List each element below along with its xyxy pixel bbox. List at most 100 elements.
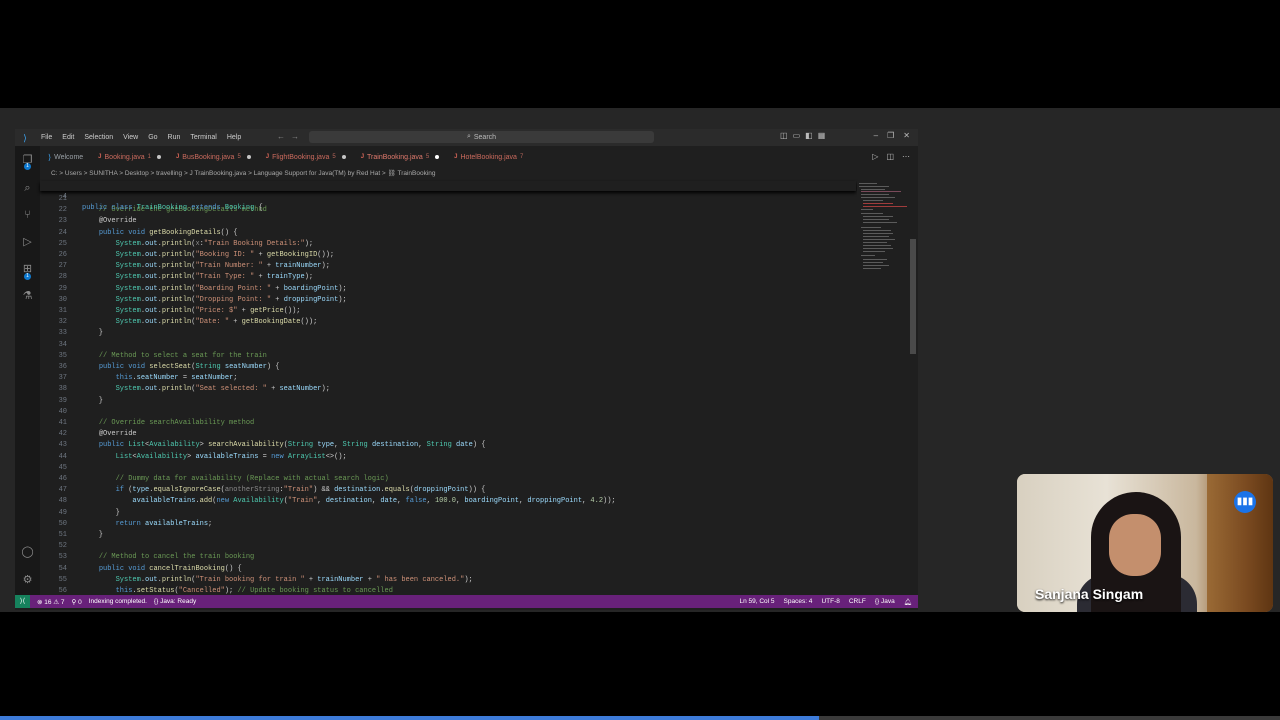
unsaved-dot-icon[interactable] bbox=[435, 155, 440, 159]
code-line[interactable]: 33 } bbox=[40, 328, 856, 339]
code-text: public void cancelTrainBooking() { bbox=[98, 564, 242, 573]
tab-label: FlightBooking.java bbox=[272, 153, 330, 161]
code-line[interactable]: 36 public void selectSeat(String seatNum… bbox=[40, 362, 856, 373]
code-line[interactable]: 32 System.out.println("Date: " + getBook… bbox=[40, 317, 856, 328]
tab-welcome[interactable]: ⟩ Welcome bbox=[40, 149, 90, 165]
unsaved-dot-icon[interactable] bbox=[156, 155, 161, 159]
code-line[interactable]: 35 // Method to select a seat for the tr… bbox=[40, 351, 856, 362]
code-line[interactable]: 51 } bbox=[40, 530, 856, 541]
minimap[interactable] bbox=[857, 181, 907, 301]
menu-selection[interactable]: Selection bbox=[79, 134, 118, 141]
code-line[interactable]: 55 System.out.println("Train booking for… bbox=[40, 575, 856, 586]
code-line[interactable]: 47 if (type.equalsIgnoreCase(anotherStri… bbox=[40, 485, 856, 496]
code-line[interactable]: 49 } bbox=[40, 508, 856, 519]
code-line[interactable]: 41 // Override searchAvailability method bbox=[40, 418, 856, 429]
code-line[interactable]: 44 List<Availability> availableTrains = … bbox=[40, 452, 856, 463]
split-editor-icon[interactable]: ◫ bbox=[886, 152, 894, 161]
video-progress-bar[interactable] bbox=[0, 716, 1280, 720]
tab-flightbooking[interactable]: J FlightBooking.java 5 bbox=[258, 149, 353, 165]
toggle-panel-icon[interactable]: ▭ bbox=[793, 131, 801, 140]
code-text: @Override bbox=[98, 217, 137, 226]
remote-indicator-icon[interactable]: ⟩⟨ bbox=[15, 595, 30, 608]
code-line[interactable]: 45 bbox=[40, 463, 856, 474]
code-editor[interactable]: 21 22 // Override the getBookingDetails m… bbox=[40, 181, 856, 595]
code-line[interactable]: 40 bbox=[40, 407, 856, 418]
language-mode[interactable]: {} Java bbox=[875, 598, 895, 605]
code-line[interactable]: 37 this.seatNumber = seatNumber; bbox=[40, 373, 856, 384]
breadcrumb[interactable]: C: > Users > SUNITHA > Desktop > travell… bbox=[51, 169, 436, 177]
code-line[interactable]: 26 System.out.println("Booking ID: " + g… bbox=[40, 250, 856, 261]
menu-view[interactable]: View bbox=[118, 134, 143, 141]
forward-arrow-icon[interactable]: → bbox=[291, 132, 305, 141]
code-line[interactable]: 46 // Dummy data for availability (Repla… bbox=[40, 474, 856, 485]
code-line[interactable]: 28 System.out.println("Train Type: " + t… bbox=[40, 272, 856, 283]
code-line[interactable]: 54 public void cancelTrainBooking() { bbox=[40, 564, 856, 575]
code-line[interactable]: 48 availableTrains.add(new Availability(… bbox=[40, 496, 856, 507]
line-number: 53 bbox=[58, 553, 67, 562]
minimize-icon[interactable]: – bbox=[874, 131, 878, 140]
problems-indicator[interactable]: ⊗ 16 ⚠ 7 bbox=[37, 598, 65, 606]
source-control-icon[interactable]: ⑂ bbox=[21, 209, 34, 222]
menu-edit[interactable]: Edit bbox=[57, 134, 79, 141]
encoding[interactable]: UTF-8 bbox=[821, 598, 839, 605]
run-debug-icon[interactable]: ▷ bbox=[21, 236, 34, 249]
java-status[interactable]: {} Java: Ready bbox=[154, 598, 196, 605]
java-file-icon: J bbox=[360, 154, 365, 160]
menu-go[interactable]: Go bbox=[143, 134, 162, 141]
close-icon[interactable]: ✕ bbox=[903, 131, 910, 140]
tab-hotelbooking[interactable]: J HotelBooking.java 7 bbox=[446, 149, 530, 165]
code-line[interactable]: 34 bbox=[40, 340, 856, 351]
customize-layout-icon[interactable]: ▦ bbox=[818, 131, 826, 140]
menu-file[interactable]: File bbox=[36, 134, 57, 141]
title-bar: ⟩ File Edit Selection View Go Run Termin… bbox=[15, 129, 918, 146]
toggle-sidebar-icon[interactable]: ◫ bbox=[780, 131, 788, 140]
code-text: // Method to cancel the train booking bbox=[98, 553, 255, 562]
code-line[interactable]: 52 bbox=[40, 541, 856, 552]
notifications-icon[interactable]: 🔔︎ bbox=[904, 598, 912, 606]
code-line[interactable]: 56 this.setStatus("Cancelled"); // Updat… bbox=[40, 586, 856, 595]
code-line[interactable]: 29 System.out.println("Boarding Point: "… bbox=[40, 284, 856, 295]
ports-indicator[interactable]: ⚲ 0 bbox=[72, 598, 82, 606]
line-number: 45 bbox=[58, 463, 67, 472]
accounts-icon[interactable]: ◯ bbox=[21, 546, 34, 559]
code-line[interactable]: 39 } bbox=[40, 396, 856, 407]
indentation[interactable]: Spaces: 4 bbox=[784, 598, 813, 605]
more-actions-icon[interactable]: ⋯ bbox=[902, 152, 910, 161]
menu-run[interactable]: Run bbox=[163, 134, 186, 141]
code-line[interactable]: 30 System.out.println("Dropping Point: "… bbox=[40, 295, 856, 306]
menu-help[interactable]: Help bbox=[222, 134, 246, 141]
testing-icon[interactable]: ⚗ bbox=[21, 290, 34, 303]
sticky-scroll-header[interactable]: 4 public class TrainBooking extends Book… bbox=[40, 181, 856, 212]
code-line[interactable]: 27 System.out.println("Train Number: " +… bbox=[40, 261, 856, 272]
tab-busbooking[interactable]: J BusBooking.java 5 bbox=[168, 149, 258, 165]
run-icon[interactable]: ▷ bbox=[872, 152, 878, 161]
end-of-line[interactable]: CRLF bbox=[849, 598, 866, 605]
problem-count: 1 bbox=[147, 154, 151, 160]
code-line[interactable]: 31 System.out.println("Price: $" + getPr… bbox=[40, 306, 856, 317]
webcam-person-face bbox=[1109, 514, 1161, 576]
cursor-position[interactable]: Ln 59, Col 5 bbox=[739, 598, 774, 605]
code-line[interactable]: 53 // Method to cancel the train booking bbox=[40, 552, 856, 563]
code-line[interactable]: 43 public List<Availability> searchAvail… bbox=[40, 440, 856, 451]
code-line[interactable]: 42 @Override bbox=[40, 429, 856, 440]
menu-terminal[interactable]: Terminal bbox=[185, 134, 221, 141]
settings-gear-icon[interactable]: ⚙ bbox=[21, 574, 34, 587]
unsaved-dot-icon[interactable] bbox=[341, 155, 346, 159]
command-center-search[interactable]: ⌕ Search bbox=[309, 131, 654, 143]
vscode-tab-icon: ⟩ bbox=[48, 152, 52, 162]
editor-scrollbar[interactable] bbox=[910, 239, 916, 354]
code-line[interactable]: 50 return availableTrains; bbox=[40, 519, 856, 530]
back-arrow-icon[interactable]: ← bbox=[277, 132, 291, 141]
code-line[interactable]: 23 @Override bbox=[40, 216, 856, 227]
code-line[interactable]: 38 System.out.println("Seat selected: " … bbox=[40, 384, 856, 395]
line-number: 54 bbox=[58, 564, 67, 573]
search-sidebar-icon[interactable]: ⌕ bbox=[21, 182, 34, 195]
toggle-secondary-sidebar-icon[interactable]: ◧ bbox=[805, 131, 813, 140]
code-line[interactable]: 25 System.out.println(x:"Train Booking D… bbox=[40, 239, 856, 250]
unsaved-dot-icon[interactable] bbox=[246, 155, 251, 159]
restore-icon[interactable]: ❐ bbox=[887, 131, 894, 140]
indexing-status[interactable]: Indexing completed. bbox=[89, 598, 147, 605]
tab-booking[interactable]: J Booking.java 1 bbox=[90, 149, 168, 165]
code-line[interactable]: 24 public void getBookingDetails() { bbox=[40, 228, 856, 239]
tab-trainbooking[interactable]: J TrainBooking.java 5 bbox=[352, 149, 447, 165]
